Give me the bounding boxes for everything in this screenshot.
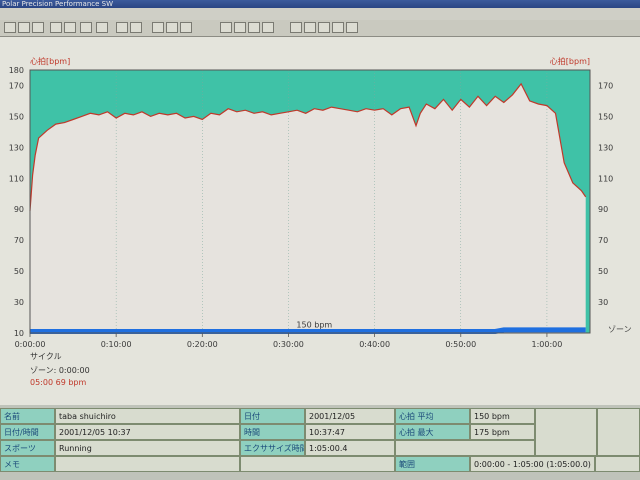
time-label: 時間 <box>240 424 305 440</box>
y-tick-label-right: 130 <box>598 143 613 152</box>
y-tick-label-left: 130 <box>9 143 24 152</box>
limit-bar-label: 150 bpm <box>296 320 332 329</box>
date-value: 2001/12/05 <box>305 408 395 424</box>
toolbar <box>0 20 640 37</box>
x-tick-label: 0:30:00 <box>273 340 304 349</box>
chart-info-zone: ゾーン: 0:00:00 <box>30 366 90 375</box>
altitude-graph-icon[interactable] <box>318 22 330 33</box>
power-graph-icon[interactable] <box>346 22 358 33</box>
zoom-icon[interactable] <box>234 22 246 33</box>
hr-avg-label: 心拍 平均 <box>395 408 470 424</box>
table-icon[interactable] <box>130 22 142 33</box>
lap-icon[interactable] <box>248 22 260 33</box>
note-label: メモ <box>0 456 55 472</box>
hr-avg-value: 150 bpm <box>470 408 535 424</box>
cadence-graph-icon[interactable] <box>332 22 344 33</box>
y-tick-label-right: 30 <box>598 298 608 307</box>
tool-icon[interactable] <box>220 22 232 33</box>
x-tick-label: 0:50:00 <box>445 340 476 349</box>
y-axis-label-left: 心拍[bpm] <box>30 56 70 66</box>
y-tick-label-left: 10 <box>14 329 24 338</box>
y-tick-label-right: 110 <box>598 174 613 183</box>
zone-label: ゾーン <box>608 325 632 334</box>
open-file-button[interactable] <box>18 22 30 33</box>
limit-bar <box>30 327 586 334</box>
window-title: Polar Precision Performance SW <box>2 0 113 8</box>
blank-cell <box>240 456 395 472</box>
print-button[interactable] <box>50 22 62 33</box>
extra-cell <box>535 408 597 456</box>
name-label: 名前 <box>0 408 55 424</box>
range-label: 範囲 <box>395 456 470 472</box>
y-axis-label-right: 心拍[bpm] <box>550 56 590 66</box>
y-tick-label-left: 170 <box>9 81 24 90</box>
chart-info-hr: 05:00 69 bpm <box>30 378 87 387</box>
calendar-icon[interactable] <box>152 22 164 33</box>
new-file-button[interactable] <box>4 22 16 33</box>
y-tick-label-left: 70 <box>14 236 24 245</box>
y-tick-label-right: 90 <box>598 205 608 214</box>
extra-cell-3 <box>595 456 640 472</box>
blank-cell-2 <box>395 440 535 456</box>
y-tick-label-right: 170 <box>598 81 613 90</box>
time-value: 10:37:47 <box>305 424 395 440</box>
watch-icon[interactable] <box>80 22 92 33</box>
y-tick-label-left: 150 <box>9 112 24 121</box>
datetime-value: 2001/12/05 10:37 <box>55 424 240 440</box>
sport-label: スポーツ <box>0 440 55 456</box>
transfer-icon[interactable] <box>96 22 108 33</box>
heart-rate-chart[interactable]: 150 bpm 10 30 50 70 90 110 130 150 170 180 30 50 70 9… <box>0 37 640 405</box>
exercise-window: 150 bpm 10 30 50 70 90 110 130 150 170 180 30 50 70 9… <box>0 37 640 407</box>
hr-max-value: 175 bpm <box>470 424 535 440</box>
y-tick-label-right: 150 <box>598 112 613 121</box>
x-tick-label: 0:20:00 <box>187 340 218 349</box>
hr-graph-icon[interactable] <box>290 22 302 33</box>
duration-label: エクササイズ時間 <box>240 440 305 456</box>
y-tick-label-left: 180 <box>9 66 24 75</box>
person-icon[interactable] <box>64 22 76 33</box>
save-button[interactable] <box>32 22 44 33</box>
datetime-label: 日付/時間 <box>0 424 55 440</box>
duration-value: 1:05:00.4 <box>305 440 395 456</box>
y-tick-label-left: 30 <box>14 298 24 307</box>
range-value: 0:00:00 - 1:05:00 (1:05:00.0) <box>470 456 595 472</box>
x-tick-label: 0:10:00 <box>101 340 132 349</box>
y-tick-label-right: 50 <box>598 267 608 276</box>
y-tick-label-left: 50 <box>14 267 24 276</box>
filter-icon[interactable] <box>262 22 274 33</box>
note-value[interactable] <box>55 456 240 472</box>
date-label: 日付 <box>240 408 305 424</box>
name-value[interactable]: taba shuichiro <box>55 408 240 424</box>
y-tick-label-left: 90 <box>14 205 24 214</box>
x-tick-label: 1:00:00 <box>532 340 563 349</box>
window-title-bar: Polar Precision Performance SW <box>0 0 640 8</box>
y-tick-label-right: 70 <box>598 236 608 245</box>
folder-icon[interactable] <box>180 22 192 33</box>
y-tick-label-left: 110 <box>9 174 24 183</box>
diary-icon[interactable] <box>166 22 178 33</box>
menu-bar <box>0 8 640 20</box>
chart-lower-area <box>30 83 586 334</box>
speed-graph-icon[interactable] <box>304 22 316 33</box>
hr-max-label: 心拍 最大 <box>395 424 470 440</box>
x-tick-label: 0:40:00 <box>359 340 390 349</box>
x-tick-label: 0:00:00 <box>15 340 46 349</box>
sport-value[interactable]: Running <box>55 440 240 456</box>
extra-cell-2 <box>597 408 640 456</box>
window-icon[interactable] <box>116 22 128 33</box>
chart-info-line1: サイクル <box>30 352 62 361</box>
exercise-details-panel: 名前 taba shuichiro 日付/時間 2001/12/05 10:37… <box>0 405 640 480</box>
